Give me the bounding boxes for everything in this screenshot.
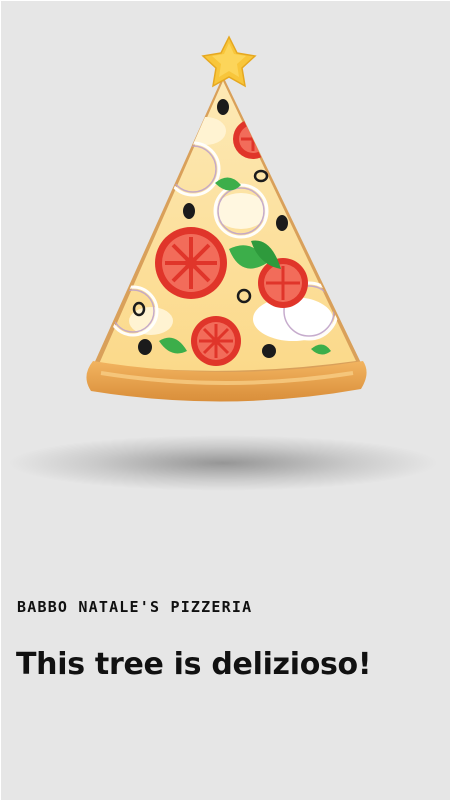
tomato-slice	[258, 258, 308, 308]
tomato-slice	[191, 316, 241, 366]
mozzarella	[186, 117, 226, 145]
promo-card[interactable]: BABBO NATALE'S PIZZERIA This tree is del…	[1, 1, 450, 800]
pizza-tree-illustration	[8, 35, 438, 491]
kicker-text: BABBO NATALE'S PIZZERIA	[17, 598, 253, 616]
mozzarella	[215, 193, 267, 229]
headline: This tree is delizioso!	[16, 647, 372, 682]
tomato-slice	[155, 227, 227, 299]
drop-shadow	[8, 435, 438, 491]
